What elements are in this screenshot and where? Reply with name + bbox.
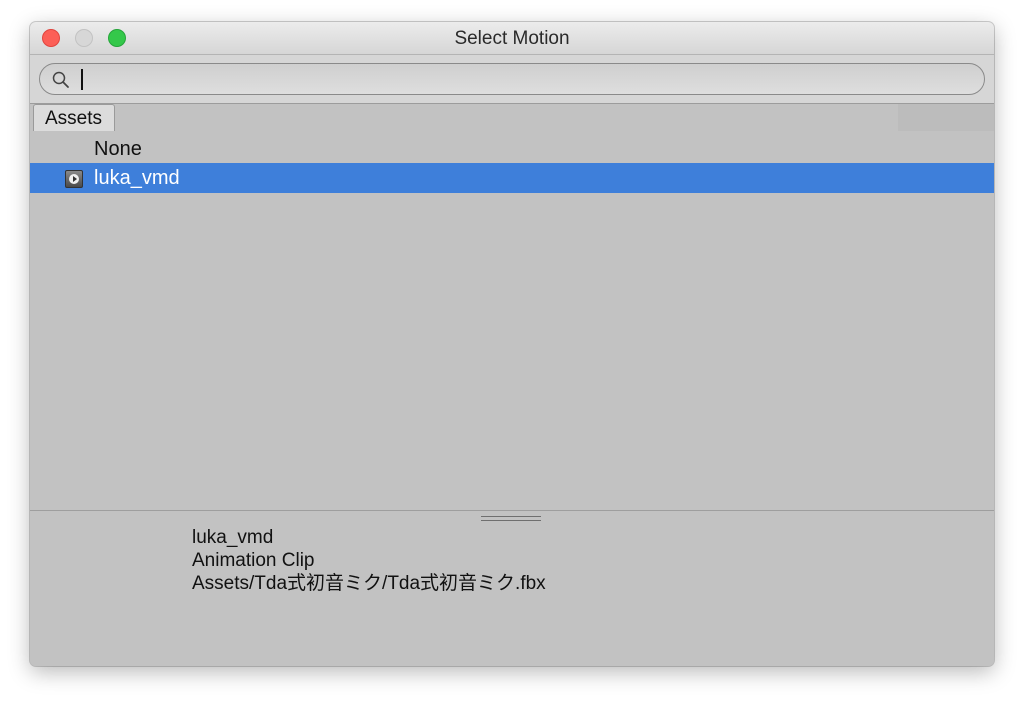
preview-pane: luka_vmd Animation Clip Assets/Tda式初音ミク/… xyxy=(30,511,994,666)
list-item-label: luka_vmd xyxy=(94,167,180,189)
preview-asset-name: luka_vmd xyxy=(192,527,274,548)
search-bar xyxy=(30,55,994,104)
list-item-luka-vmd[interactable]: luka_vmd xyxy=(30,163,994,193)
list-item-none[interactable]: None xyxy=(30,134,994,164)
list-item-label: None xyxy=(94,138,142,160)
tab-bar-filler xyxy=(898,104,994,131)
preview-asset-path: Assets/Tda式初音ミク/Tda式初音ミク.fbx xyxy=(192,573,546,594)
resize-grip-handle[interactable] xyxy=(481,516,541,524)
window-title: Select Motion xyxy=(454,28,570,49)
search-input[interactable] xyxy=(80,67,960,91)
tab-assets[interactable]: Assets xyxy=(33,104,116,131)
search-field[interactable] xyxy=(39,63,985,95)
title-bar[interactable]: Select Motion xyxy=(30,22,994,55)
animation-clip-icon xyxy=(65,170,83,188)
search-icon xyxy=(52,71,69,88)
select-motion-window: Select Motion Assets None luka_vmd luka_… xyxy=(30,22,994,666)
text-caret xyxy=(81,69,83,90)
asset-list[interactable]: None luka_vmd xyxy=(30,132,994,510)
tab-bar: Assets xyxy=(30,104,994,131)
preview-asset-type: Animation Clip xyxy=(192,550,315,571)
